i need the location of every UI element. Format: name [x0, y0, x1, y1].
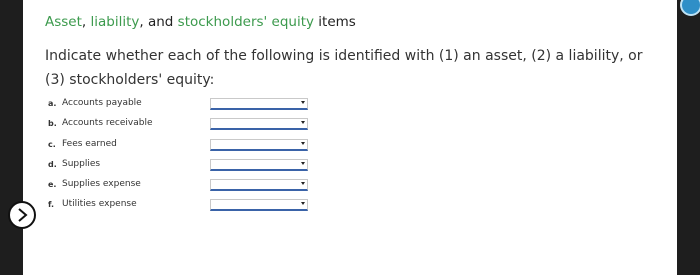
dropdown-arrow-icon: [301, 101, 305, 104]
chevron-right-icon: [18, 208, 28, 222]
item-letter: c.: [48, 139, 56, 149]
question-title: Asset, liability, and stockholders' equi…: [45, 14, 356, 30]
classification-select-e[interactable]: [210, 179, 308, 192]
question-panel: Asset, liability, and stockholders' equi…: [23, 0, 677, 275]
item-letter: e.: [48, 180, 57, 190]
next-button[interactable]: [8, 201, 36, 229]
list-item: a. Accounts payable: [48, 95, 648, 115]
dropdown-arrow-icon: [301, 161, 305, 165]
classification-select-c[interactable]: [210, 138, 308, 151]
item-label: Accounts payable: [62, 98, 142, 108]
title-term-liability: liability: [90, 14, 140, 30]
item-letter: a.: [48, 99, 57, 108]
dropdown-arrow-icon: [301, 121, 305, 125]
list-item: f. Utilities expense: [48, 196, 648, 216]
classification-select-a[interactable]: [210, 98, 308, 110]
title-separator-2: , and: [139, 14, 178, 30]
classification-select-d[interactable]: [210, 158, 308, 171]
dropdown-arrow-icon: [301, 202, 305, 206]
item-letter: d.: [48, 159, 57, 169]
title-suffix: items: [314, 14, 356, 30]
circle-icon[interactable]: [680, 0, 700, 16]
classification-select-f[interactable]: [210, 199, 308, 212]
item-letter: b.: [48, 119, 57, 129]
item-label: Fees earned: [62, 138, 117, 149]
title-separator-1: ,: [81, 14, 91, 30]
instructions-text: Indicate whether each of the following i…: [45, 48, 643, 88]
title-term-equity: stockholders' equity: [177, 14, 314, 30]
dropdown-arrow-icon: [301, 182, 305, 186]
dropdown-arrow-icon: [301, 141, 305, 145]
title-term-asset: Asset: [45, 14, 82, 30]
item-list: a. Accounts payable b. Accounts receivab…: [48, 95, 648, 217]
item-label: Utilities expense: [62, 199, 137, 210]
list-item: b. Accounts receivable: [48, 115, 648, 135]
item-label: Supplies expense: [62, 179, 141, 190]
list-item: e. Supplies expense: [48, 176, 648, 196]
list-item: d. Supplies: [48, 156, 648, 176]
list-item: c. Fees earned: [48, 136, 648, 156]
classification-select-b[interactable]: [210, 118, 308, 131]
item-letter: f.: [48, 200, 55, 210]
item-label: Supplies: [62, 158, 101, 169]
item-label: Accounts receivable: [62, 118, 153, 129]
